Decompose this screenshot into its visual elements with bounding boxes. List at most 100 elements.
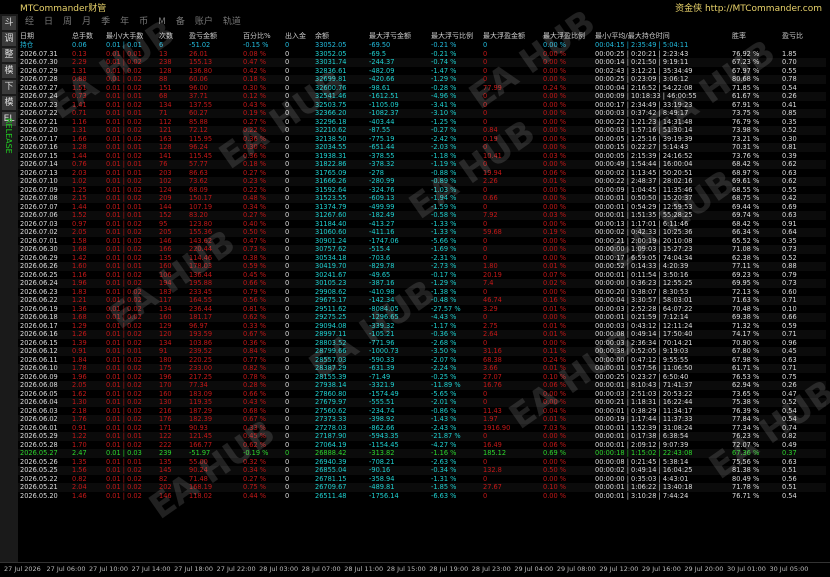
column-header-6[interactable]: 出入金 [283, 31, 313, 41]
column-header-2[interactable]: 最小/大手数 [104, 31, 157, 41]
table-row[interactable]: 2026.06.05 1.62 0.01 | 0.02 160 183.09 0.66 %… [18, 390, 826, 399]
tab-6[interactable]: 币 [134, 16, 153, 30]
table-row[interactable]: 2026.06.18 1.68 0.01 | 0.02 160 181.17 0.62 %… [18, 313, 826, 322]
table-row[interactable]: 2026.06.12 0.91 0.01 | 0.01 91 239.52 0.84 % 0… [18, 347, 826, 356]
table-row[interactable]: 2026.06.30 1.68 0.01 | 0.02 166 220.44 0.73 %… [18, 245, 826, 254]
tab-2[interactable]: 周 [58, 16, 77, 30]
tab-9[interactable]: 账户 [190, 16, 218, 30]
column-header-9[interactable]: 最大浮亏比例 [429, 31, 481, 41]
column-header-12[interactable]: 最小/平均/最大持仓时间 [593, 31, 730, 41]
time-tick-16: 29 Jul 20:00 [684, 565, 724, 573]
table-row[interactable]: 2026.07.31 0.13 0.01 | 0.01 13 26.01 0.08 % 0 3… [18, 50, 826, 59]
table-cell: 77.11 % [730, 262, 780, 271]
column-header-13[interactable]: 胜率 [730, 31, 780, 41]
table-row[interactable]: 2026.05.21 2.04 0.01 | 0.02 202 168.19 0.75 %… [18, 483, 826, 492]
table-row[interactable]: 2026.07.09 1.25 0.01 | 0.02 124 68.09 0.22 % 0… [18, 186, 826, 195]
hold-row[interactable]: 持仓 0.06 0.01 | 0.01 6 -51.02 -0.15 % 0 33052.05… [18, 41, 826, 50]
table-row[interactable]: 2026.06.26 1.60 0.01 | 0.01 160 178.03 0.59 %… [18, 262, 826, 271]
table-row[interactable]: 2026.07.15 1.44 0.01 | 0.02 141 115.45 0.36 %… [18, 152, 826, 161]
table-row[interactable]: 2026.07.30 2.29 0.01 | 0.02 238 155.13 0.47 %… [18, 58, 826, 67]
table-row[interactable]: 2026.06.17 1.29 0.01 | 0.02 129 96.97 0.33 % 0… [18, 322, 826, 331]
table-row[interactable]: 2026.07.23 1.41 0.01 | 0.02 134 137.55 0.43 %… [18, 101, 826, 110]
table-row[interactable]: 2026.07.22 0.71 0.01 | 0.01 71 60.27 0.19 % 0 3… [18, 109, 826, 118]
table-cell: 0.24 % [543, 83, 567, 92]
tab-1[interactable]: 日 [39, 16, 58, 30]
table-cell: 0 [481, 313, 541, 322]
table-row[interactable]: 2026.05.26 1.35 0.01 | 0.01 135 55.00 0.32 % 0… [18, 458, 826, 467]
column-header-1[interactable]: 总手数 [70, 31, 104, 41]
column-header-11[interactable]: 最大浮盈比例 [541, 31, 593, 41]
vendor-link[interactable]: 资金侠 http://MTCommander.com [675, 1, 822, 14]
column-header-0[interactable]: 日期 [18, 31, 70, 41]
table-row[interactable]: 2026.06.01 0.91 0.01 | 0.02 171 90.93 0.33 % 0… [18, 424, 826, 433]
column-header-4[interactable]: 盈亏金额 [187, 31, 241, 41]
table-row[interactable]: 2026.05.22 0.82 0.01 | 0.02 82 71.48 0.27 % 0 2… [18, 475, 826, 484]
table-row[interactable]: 2026.07.17 1.66 0.01 | 0.02 163 115.95 0.36 %… [18, 135, 826, 144]
table-row[interactable]: 2026.07.21 1.16 0.01 | 0.02 112 85.88 0.27 % 0… [18, 118, 826, 127]
table-cell: 0.36 % [243, 134, 267, 143]
left-button-0[interactable]: 斗 [2, 16, 16, 30]
table-cell: -1154.45 [369, 440, 399, 449]
table-row[interactable]: 2026.06.24 1.96 0.01 | 0.02 194 195.88 0.66 %… [18, 279, 826, 288]
table-row[interactable]: 2026.05.28 1.70 0.01 | 0.02 222 166.77 0.62 %… [18, 441, 826, 450]
table-row[interactable]: 2026.07.07 1.44 0.01 | 0.01 144 107.19 0.34 %… [18, 203, 826, 212]
table-cell: 2026.05.29 [18, 432, 70, 441]
column-header-8[interactable]: 最大浮亏金额 [367, 31, 429, 41]
table-cell: 69.74 % [730, 211, 780, 220]
table-row[interactable]: 2026.07.03 0.97 0.01 | 0.02 95 123.80 0.40 % 0… [18, 220, 826, 229]
column-header-10[interactable]: 最大浮盈金额 [481, 31, 541, 41]
column-header-5[interactable]: 百分比% [241, 31, 283, 41]
left-button-2[interactable]: 整 [2, 48, 16, 62]
left-button-5[interactable]: 模 [2, 96, 16, 110]
table-row[interactable]: 2026.07.20 1.31 0.01 | 0.02 121 72.12 0.22 % 0… [18, 126, 826, 135]
column-header-7[interactable]: 余额 [313, 31, 367, 41]
table-cell: 1.36 [72, 304, 87, 313]
table-row[interactable]: 2026.06.15 1.39 0.01 | 0.02 134 103.86 0.36 %… [18, 339, 826, 348]
table-row[interactable]: 2026.06.10 1.78 0.01 | 0.02 175 233.00 0.82 %… [18, 364, 826, 373]
left-button-4[interactable]: 下 [2, 80, 16, 94]
table-row[interactable]: 2026.06.09 1.96 0.01 | 0.02 196 217.25 0.78 %… [18, 373, 826, 382]
table-row[interactable]: 2026.06.29 1.42 0.01 | 0.02 135 114.46 0.38 %… [18, 254, 826, 263]
table-row[interactable]: 2026.05.27 2.47 0.01 | 0.03 239 -51.97 -0.19 … [18, 449, 826, 458]
table-row[interactable]: 2026.07.08 2.15 0.01 | 0.02 209 150.17 0.48 %… [18, 194, 826, 203]
table-row[interactable]: 2026.05.20 1.46 0.01 | 0.02 146 118.02 0.44 %… [18, 492, 826, 501]
table-cell: 26.01 [189, 49, 208, 58]
table-row[interactable]: 2026.07.29 1.31 0.01 | 0.02 128 136.80 0.42 %… [18, 67, 826, 76]
table-row[interactable]: 2026.07.16 1.28 0.01 | 0.01 128 96.24 0.30 % 0… [18, 143, 826, 152]
table-row[interactable]: 2026.06.08 2.05 0.01 | 0.02 170 77.34 0.28 % 0… [18, 381, 826, 390]
table-row[interactable]: 2026.05.25 1.56 0.01 | 0.02 145 90.24 0.34 % 0… [18, 466, 826, 475]
left-button-3[interactable]: 模 [2, 64, 16, 78]
table-row[interactable]: 2026.06.19 1.36 0.01 | 0.02 134 236.44 0.81 %… [18, 305, 826, 314]
table-row[interactable]: 2026.06.02 1.76 0.01 | 0.02 176 182.39 0.67 %… [18, 415, 826, 424]
tab-7[interactable]: M [153, 16, 171, 30]
table-row[interactable]: 2026.06.04 1.30 0.01 | 0.02 130 119.35 0.43 %… [18, 398, 826, 407]
table-row[interactable]: 2026.07.02 2.05 0.01 | 0.02 205 155.36 0.50 %… [18, 228, 826, 237]
tab-4[interactable]: 季 [96, 16, 115, 30]
tab-10[interactable]: 轨道 [218, 16, 246, 30]
tab-3[interactable]: 月 [77, 16, 96, 30]
table-row[interactable]: 2026.07.27 1.51 0.01 | 0.02 151 96.00 0.30 % 0… [18, 84, 826, 93]
table-row[interactable]: 2026.07.01 1.58 0.01 | 0.02 146 143.62 0.47 %… [18, 237, 826, 246]
table-row[interactable]: 2026.07.28 0.88 0.01 | 0.02 88 60.06 0.18 % 0 3… [18, 75, 826, 84]
table-cell: 0.27 % [243, 474, 267, 483]
table-row[interactable]: 2026.06.22 1.21 0.01 | 0.02 117 164.55 0.56 %… [18, 296, 826, 305]
table-row[interactable]: 2026.05.29 1.22 0.01 | 0.01 122 121.45 0.45 %… [18, 432, 826, 441]
tab-5[interactable]: 年 [115, 16, 134, 30]
table-row[interactable]: 2026.07.24 0.73 0.01 | 0.01 68 37.71 0.12 % 0 3… [18, 92, 826, 101]
tab-0[interactable]: 经 [20, 16, 39, 30]
table-row[interactable]: 2026.06.11 1.84 0.01 | 0.02 180 220.25 0.77 %… [18, 356, 826, 365]
table-cell: 86.63 [189, 168, 208, 177]
column-header-3[interactable]: 次数 [157, 31, 187, 41]
table-row[interactable]: 2026.07.14 0.76 0.01 | 0.01 76 57.77 0.18 % 0 3… [18, 160, 826, 169]
table-row[interactable]: 2026.07.06 1.52 0.01 | 0.01 152 83.20 0.27 % 0… [18, 211, 826, 220]
table-row[interactable]: 2026.06.23 1.83 0.01 | 0.02 183 233.45 0.79 %… [18, 288, 826, 297]
table-row[interactable]: 2026.07.13 2.03 0.01 | 0.01 203 86.63 0.27 % 0… [18, 169, 826, 178]
tab-8[interactable]: 备 [171, 16, 190, 30]
table-row[interactable]: 2026.06.03 2.18 0.01 | 0.02 216 187.29 0.68 %… [18, 407, 826, 416]
column-header-14[interactable]: 盈亏比 [780, 31, 826, 41]
table-row[interactable]: 2026.07.10 1.02 0.01 | 0.02 102 73.62 0.23 % 0… [18, 177, 826, 186]
table-row[interactable]: 2026.06.25 1.16 0.01 | 0.02 106 136.44 0.45 %… [18, 271, 826, 280]
table-cell: 31060.60 [313, 228, 367, 237]
left-button-1[interactable]: 调 [2, 32, 16, 46]
table-row[interactable]: 2026.06.16 1.26 0.01 | 0.02 120 193.59 0.67 %… [18, 330, 826, 339]
